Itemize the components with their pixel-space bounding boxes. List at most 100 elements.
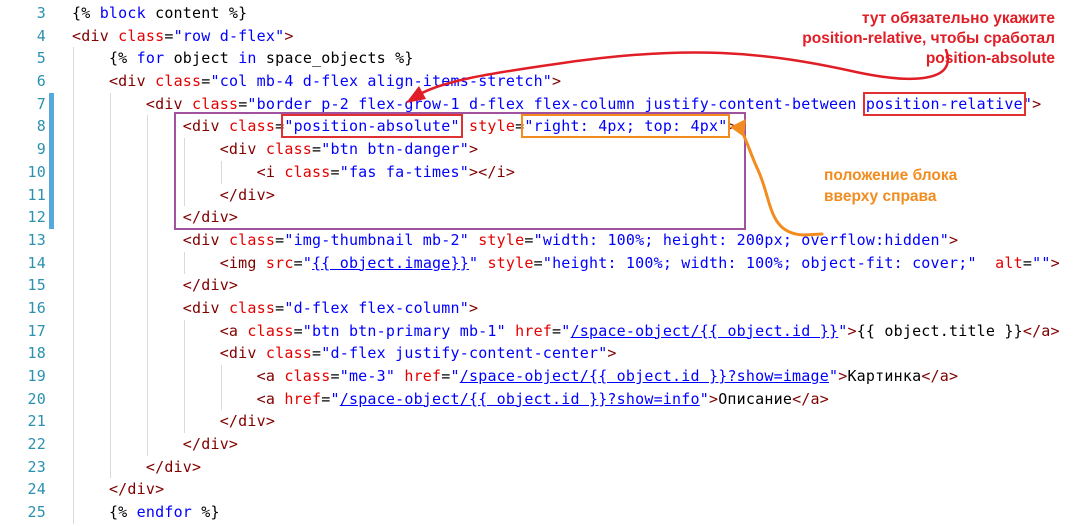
- line-number[interactable]: 24: [0, 478, 46, 501]
- line-number[interactable]: 5: [0, 47, 46, 70]
- line-number[interactable]: 21: [0, 410, 46, 433]
- token: ": [700, 390, 709, 408]
- token: {%: [109, 503, 137, 521]
- code-text: <div class="btn btn-danger">: [72, 138, 478, 161]
- token: </div>: [183, 435, 238, 453]
- code-line-18[interactable]: 18 <div class="d-flex justify-content-ce…: [0, 342, 1083, 365]
- token: [275, 163, 284, 181]
- code-line-16[interactable]: 16 <div class="d-flex flex-column">: [0, 297, 1083, 320]
- line-number[interactable]: 17: [0, 320, 46, 343]
- token: ": [303, 254, 312, 272]
- line-number[interactable]: 19: [0, 365, 46, 388]
- token: <i: [257, 163, 275, 181]
- line-number[interactable]: 4: [0, 25, 46, 48]
- token: alt: [995, 254, 1023, 272]
- token: <a: [257, 367, 275, 385]
- token: >: [552, 72, 561, 90]
- token: </div>: [146, 458, 201, 476]
- code-line-14[interactable]: 14 <img src="{{ object.image}}" style="h…: [0, 252, 1083, 275]
- line-number[interactable]: 9: [0, 138, 46, 161]
- code-line-11[interactable]: 11 </div>: [0, 184, 1083, 207]
- token: >: [709, 390, 718, 408]
- token: [220, 299, 229, 317]
- code-text: </div>: [72, 274, 238, 297]
- code-line-13[interactable]: 13 <div class="img-thumbnail mb-2" style…: [0, 229, 1083, 252]
- code-text: <i class="fas fa-times"></i>: [72, 161, 515, 184]
- line-number[interactable]: 12: [0, 206, 46, 229]
- line-number[interactable]: 11: [0, 184, 46, 207]
- code-line-4[interactable]: 4<div class="row d-flex">: [0, 25, 1083, 48]
- token: [183, 95, 192, 113]
- line-number[interactable]: 22: [0, 433, 46, 456]
- token: "me-3": [340, 367, 395, 385]
- line-number[interactable]: 6: [0, 70, 46, 93]
- token: {%: [72, 4, 100, 22]
- line-number[interactable]: 10: [0, 161, 46, 184]
- line-number[interactable]: 3: [0, 2, 46, 25]
- token: =: [275, 117, 284, 135]
- token: ": [469, 254, 478, 272]
- line-number[interactable]: 15: [0, 274, 46, 297]
- code-line-8[interactable]: 8 <div class="position-absolute" style="…: [0, 115, 1083, 138]
- code-text: <div class="border p-2 flex-grow-1 d-fle…: [72, 93, 1041, 116]
- token: [460, 117, 469, 135]
- code-text: </div>: [72, 206, 238, 229]
- token: =: [275, 231, 284, 249]
- code-line-7[interactable]: 7 <div class="border p-2 flex-grow-1 d-f…: [0, 93, 1083, 116]
- line-number[interactable]: 13: [0, 229, 46, 252]
- line-number[interactable]: 18: [0, 342, 46, 365]
- code-text: <div class="d-flex justify-content-cente…: [72, 342, 617, 365]
- code-line-6[interactable]: 6 <div class="col mb-4 d-flex align-item…: [0, 70, 1083, 93]
- code-line-10[interactable]: 10 <i class="fas fa-times"></i>: [0, 161, 1083, 184]
- token: class: [284, 367, 330, 385]
- token: >: [469, 140, 478, 158]
- code-line-15[interactable]: 15 </div>: [0, 274, 1083, 297]
- token: [977, 254, 995, 272]
- token: <div: [109, 72, 146, 90]
- code-line-3[interactable]: 3{% block content %}: [0, 2, 1083, 25]
- code-line-25[interactable]: 25 {% endfor %}: [0, 501, 1083, 524]
- code-line-5[interactable]: 5 {% for object in space_objects %}: [0, 47, 1083, 70]
- token: endfor: [137, 503, 192, 521]
- token: </a>: [792, 390, 829, 408]
- token: >: [1032, 95, 1041, 113]
- token: </div>: [183, 276, 238, 294]
- code-line-17[interactable]: 17 <a class="btn btn-primary mb-1" href=…: [0, 320, 1083, 343]
- line-number[interactable]: 14: [0, 252, 46, 275]
- line-number[interactable]: 8: [0, 115, 46, 138]
- code-text: </div>: [72, 433, 238, 456]
- code-line-12[interactable]: 12 </div>: [0, 206, 1083, 229]
- token: class: [229, 231, 275, 249]
- line-number[interactable]: 20: [0, 388, 46, 411]
- token: =: [312, 344, 321, 362]
- code-line-23[interactable]: 23 </div>: [0, 456, 1083, 479]
- token: >: [949, 231, 958, 249]
- line-number[interactable]: 16: [0, 297, 46, 320]
- line-number[interactable]: 25: [0, 501, 46, 524]
- red-boxed-token: "position-absolute": [284, 117, 459, 135]
- code-line-24[interactable]: 24 </div>: [0, 478, 1083, 501]
- token: >: [847, 322, 856, 340]
- code-line-22[interactable]: 22 </div>: [0, 433, 1083, 456]
- token: Описание: [718, 390, 792, 408]
- token: ": [451, 367, 460, 385]
- token: >: [1051, 254, 1060, 272]
- code-line-9[interactable]: 9 <div class="btn btn-danger">: [0, 138, 1083, 161]
- code-line-21[interactable]: 21 </div>: [0, 410, 1083, 433]
- token: {{ object.image}}: [312, 254, 469, 272]
- line-number[interactable]: 7: [0, 93, 46, 116]
- token: ": [829, 367, 838, 385]
- token: </div>: [220, 412, 275, 430]
- token: "width: 100%; height: 200px; overflow:hi…: [534, 231, 949, 249]
- code-text: <div class="img-thumbnail mb-2" style="w…: [72, 229, 958, 252]
- red-boxed-token: position-relative: [866, 95, 1023, 113]
- token: href: [404, 367, 441, 385]
- code-line-20[interactable]: 20 <a href="/space-object/{{ object.id }…: [0, 388, 1083, 411]
- code-line-19[interactable]: 19 <a class="me-3" href="/space-object/{…: [0, 365, 1083, 388]
- code-area[interactable]: 3{% block content %}4<div class="row d-f…: [0, 0, 1083, 526]
- token: >: [727, 117, 736, 135]
- line-number[interactable]: 23: [0, 456, 46, 479]
- code-editor[interactable]: 3{% block content %}4<div class="row d-f…: [0, 0, 1083, 526]
- code-text: </div>: [72, 478, 164, 501]
- code-text: <img src="{{ object.image}}" style="heig…: [72, 252, 1060, 275]
